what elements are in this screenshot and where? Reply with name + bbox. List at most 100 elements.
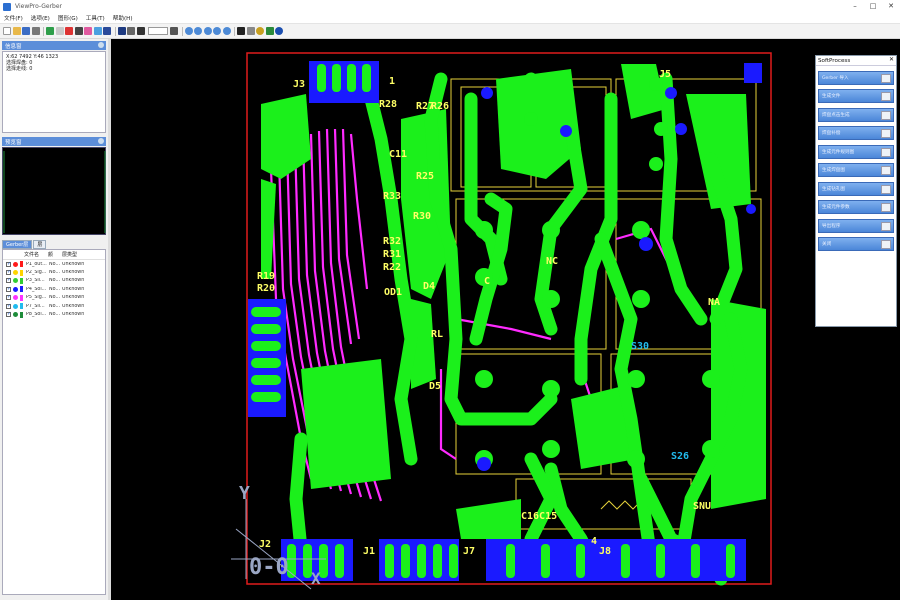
layer-color-swatch[interactable] <box>13 312 18 318</box>
zoom-window-icon[interactable] <box>213 27 221 35</box>
label-r25: R25 <box>416 171 434 182</box>
grid-icon[interactable] <box>74 27 83 35</box>
stepper-icon[interactable] <box>170 27 178 35</box>
label-j2: J2 <box>259 539 271 550</box>
layer-visible-checkbox[interactable] <box>6 269 11 276</box>
layer-color-bar <box>20 303 23 310</box>
label-r26: R26 <box>431 101 449 112</box>
label-j3: J3 <box>293 79 305 90</box>
layer-row[interactable]: P1_out...No...Unknown <box>3 260 105 268</box>
pcb-canvas[interactable]: J3 1 R28 R27 R26 J5 R25 R33 C11 R30 R32 … <box>111 39 900 600</box>
bookmark-icon[interactable] <box>117 27 126 35</box>
menu-help[interactable]: 帮助(H) <box>109 14 137 22</box>
toolbar <box>0 24 900 39</box>
label-c: C <box>484 276 490 287</box>
layer-row[interactable]: P8_Sol...No...Unknown <box>3 310 105 318</box>
zoom-fit-icon[interactable] <box>184 27 193 35</box>
label-snu: SNU <box>693 501 711 512</box>
softprocess-button-label: 生成钻孔图 <box>822 186 845 192</box>
softprocess-button[interactable]: Gerber 导入 <box>818 70 894 85</box>
zoom-previous-icon[interactable] <box>222 27 231 35</box>
layer-row[interactable]: P2_Sig...No...Unknown <box>3 268 105 276</box>
tab-gerber-layers[interactable]: Gerber层 <box>2 240 33 249</box>
label-r19: R19 <box>257 271 275 282</box>
zoom-in-icon[interactable] <box>194 27 202 35</box>
preview-window[interactable] <box>2 147 106 235</box>
arrow-down-icon[interactable] <box>127 27 135 35</box>
copy-icon[interactable] <box>55 27 64 35</box>
step-input[interactable] <box>148 27 168 35</box>
layer-type: Unknown <box>62 303 85 309</box>
pan-icon[interactable] <box>246 27 255 35</box>
pencil-icon[interactable] <box>265 27 274 35</box>
zoom-out-icon[interactable] <box>203 27 212 35</box>
menu-tools[interactable]: 工具(T) <box>82 14 109 22</box>
softprocess-button[interactable]: 生成元件规则图 <box>818 144 894 159</box>
softprocess-buttons: Gerber 导入 生成文件焊盘点击生成焊盘补偿生成元件规则图 生成焊盘图生成钻孔图… <box>816 70 896 251</box>
text-icon[interactable] <box>237 27 245 35</box>
column-layer-type[interactable]: 层类型 <box>62 251 77 258</box>
open-folder-icon[interactable] <box>12 27 21 35</box>
layer-kind: No... <box>49 286 61 292</box>
layer-color-swatch[interactable] <box>13 286 18 292</box>
softprocess-button[interactable]: 生成钻孔图 <box>818 181 894 196</box>
layer-type: Unknown <box>62 295 85 301</box>
target-icon[interactable] <box>256 27 264 35</box>
softprocess-button[interactable]: 生成元件参数 <box>818 200 894 214</box>
softprocess-title-bar: SoftProcess ✕ <box>816 56 896 66</box>
menu-file[interactable]: 文件(F) <box>0 14 27 22</box>
label-j8: J8 <box>599 546 611 557</box>
softprocess-button[interactable]: 生成文件 <box>818 89 894 103</box>
pin-icon[interactable] <box>98 42 104 48</box>
layer-visible-checkbox[interactable] <box>6 311 11 318</box>
measure-icon[interactable] <box>93 27 102 35</box>
layer-kind: No... <box>49 270 61 276</box>
softprocess-button[interactable]: 焊盘补偿 <box>818 126 894 140</box>
layer-row[interactable]: P4_Sol...No...Unknown <box>3 285 105 293</box>
column-filename[interactable]: 文件名 <box>24 251 48 258</box>
layer-visible-checkbox[interactable] <box>6 303 11 309</box>
layer-row[interactable]: P5_Sig...No...Unknown <box>3 294 105 302</box>
layer-color-swatch[interactable] <box>13 270 18 276</box>
save-icon[interactable] <box>22 27 30 35</box>
layer-row[interactable]: P3_Sil... No...Unknown <box>3 277 105 285</box>
layer-visible-checkbox[interactable] <box>6 277 11 284</box>
layer-visible-checkbox[interactable] <box>6 261 11 267</box>
layer-icon[interactable] <box>46 27 54 35</box>
info-panel-header: 信息窗 <box>2 41 106 50</box>
softprocess-button[interactable]: 焊盘点击生成 <box>818 107 894 122</box>
tool-icon <box>881 147 891 157</box>
layer-row[interactable]: P7_Sil... No...Unknown <box>3 302 105 310</box>
chart-icon[interactable] <box>103 27 111 35</box>
new-file-icon[interactable] <box>3 27 11 35</box>
layer-filename: P5_Sig... <box>26 295 47 301</box>
layer-color-swatch[interactable] <box>13 278 18 284</box>
softprocess-button[interactable]: 导出程序 <box>818 218 894 233</box>
maximize-button[interactable]: □ <box>864 0 882 12</box>
close-button[interactable]: ✕ <box>882 0 900 12</box>
print-icon[interactable] <box>31 27 40 35</box>
layer-rows: P1_out...No...UnknownP2_Sig...No...Unkno… <box>3 260 105 319</box>
softprocess-button-label: 焊盘补偿 <box>822 131 841 136</box>
minimize-button[interactable]: – <box>846 0 864 12</box>
pin-icon[interactable] <box>98 138 104 144</box>
layer-color-swatch[interactable] <box>13 261 18 267</box>
menu-graphics[interactable]: 图形(G) <box>54 14 82 22</box>
close-icon[interactable]: ✕ <box>889 56 894 63</box>
pad-icon[interactable] <box>65 27 73 35</box>
pin-icon[interactable] <box>136 27 145 35</box>
label-r33: R33 <box>383 191 401 202</box>
layer-color-swatch[interactable] <box>13 303 18 309</box>
layer-visible-checkbox[interactable] <box>6 294 11 301</box>
label-na: NA <box>708 297 720 308</box>
layer-visible-checkbox[interactable] <box>6 286 11 292</box>
tab-layers[interactable]: 层 <box>33 240 47 249</box>
column-color[interactable]: 颜 <box>48 251 62 258</box>
layer-color-swatch[interactable] <box>13 295 18 301</box>
softprocess-button[interactable]: 关闭 <box>818 237 894 251</box>
label-r28: R28 <box>379 99 397 110</box>
softprocess-button[interactable]: 生成焊盘图 <box>818 163 894 177</box>
help-icon[interactable] <box>275 27 283 35</box>
menu-options[interactable]: 选项(E) <box>27 14 54 22</box>
palette-icon[interactable] <box>84 27 92 35</box>
